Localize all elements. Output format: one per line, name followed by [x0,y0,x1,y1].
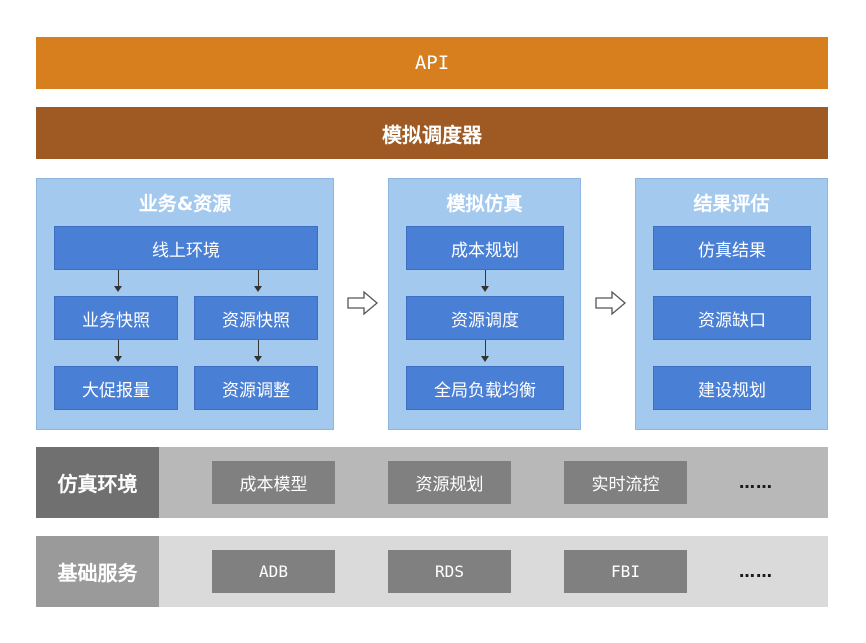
res-scheduling-block: 资源调度 [406,296,564,340]
res-planning-item: 资源规划 [388,461,511,504]
evaluation-panel: 结果评估 仿真结果 资源缺口 建设规划 [635,178,828,430]
online-env-block: 线上环境 [54,226,318,270]
arrow-sched-to-lb [485,340,486,356]
base-services-more: …… [739,562,773,581]
arrow-biz-to-promo-head [114,356,122,362]
adb-item: ADB [212,550,335,593]
arrow-res-to-adjust [258,340,259,356]
realtime-flow-control-item: 实时流控 [564,461,687,504]
arrow-online-to-res [258,270,259,286]
simulation-title: 模拟仿真 [446,193,523,215]
sim-env-label: 仿真环境 [36,447,159,518]
business-resources-title: 业务&资源 [138,193,232,215]
evaluation-title: 结果评估 [693,193,770,215]
base-services-label: 基础服务 [36,536,159,607]
build-plan-block: 建设规划 [653,366,811,410]
promo-volume-block: 大促报量 [54,366,178,410]
flow-arrow-to-evaluation [595,290,627,316]
arrow-online-to-biz [118,270,119,286]
biz-snapshot-block: 业务快照 [54,296,178,340]
arrow-online-to-biz-head [114,286,122,292]
api-label: API [414,52,450,74]
arrow-online-to-res-head [254,286,262,292]
cost-model-item: 成本模型 [212,461,335,504]
global-lb-block: 全局负载均衡 [406,366,564,410]
arrow-biz-to-promo [118,340,119,356]
res-adjust-block: 资源调整 [194,366,318,410]
res-gap-block: 资源缺口 [653,296,811,340]
base-services-row: 基础服务 ADB RDS FBI …… [36,536,828,607]
scheduler-label: 模拟调度器 [382,122,482,147]
business-resources-panel: 业务&资源 线上环境 业务快照 资源快照 大促报量 资源调整 [36,178,334,430]
arrow-cost-to-sched [485,270,486,286]
sim-result-block: 仿真结果 [653,226,811,270]
simulation-panel: 模拟仿真 成本规划 资源调度 全局负载均衡 [388,178,581,430]
rds-item: RDS [388,550,511,593]
fbi-item: FBI [564,550,687,593]
cost-planning-block: 成本规划 [406,226,564,270]
arrow-sched-to-lb-head [481,356,489,362]
api-bar: API [36,37,828,89]
res-snapshot-block: 资源快照 [194,296,318,340]
sim-env-row: 仿真环境 成本模型 资源规划 实时流控 …… [36,447,828,518]
flow-arrow-to-simulation [347,290,379,316]
arrow-cost-to-sched-head [481,286,489,292]
scheduler-bar: 模拟调度器 [36,107,828,159]
sim-env-more: …… [739,473,773,492]
arrow-res-to-adjust-head [254,356,262,362]
